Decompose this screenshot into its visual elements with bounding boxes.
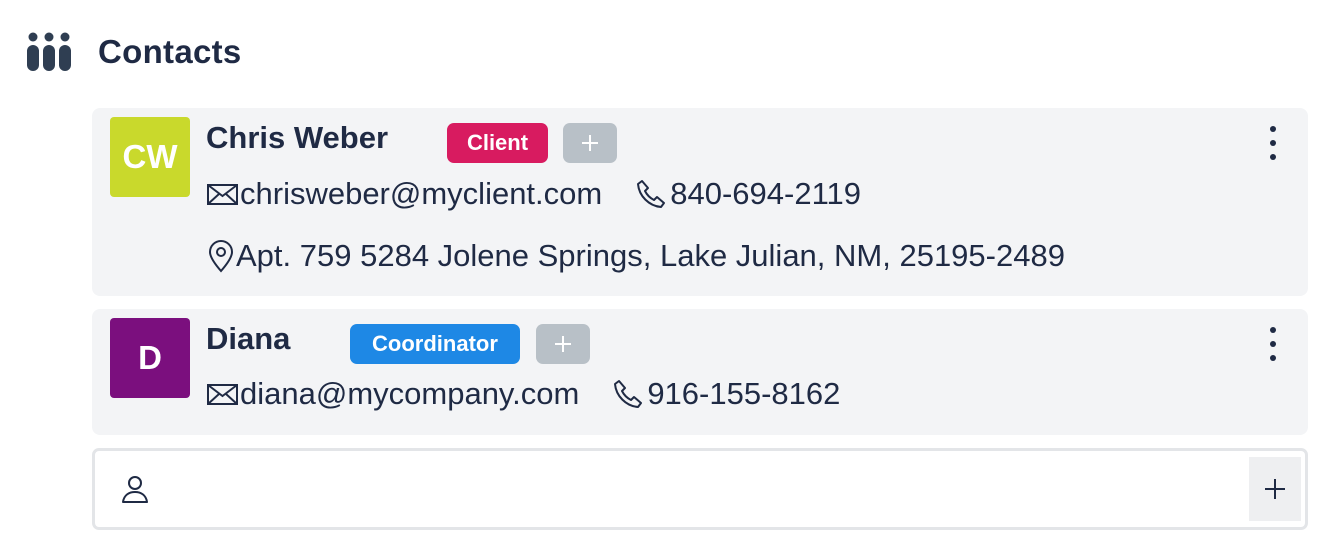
address-row: Apt. 759 5284 Jolene Springs, Lake Julia… [206, 238, 1065, 274]
add-contact-field[interactable] [92, 448, 1308, 530]
role-tag[interactable]: Coordinator [350, 324, 520, 364]
email-link[interactable]: chrisweber@myclient.com [240, 176, 602, 212]
plus-icon [1265, 479, 1285, 499]
contact-card[interactable]: CW Chris Weber Client chrisweber@myclien… [92, 108, 1308, 296]
avatar: D [110, 318, 190, 398]
location-pin-icon [208, 240, 234, 273]
user-icon [122, 476, 148, 503]
plus-icon [582, 135, 598, 151]
plus-icon [555, 336, 571, 352]
address-text[interactable]: Apt. 759 5284 Jolene Springs, Lake Julia… [236, 238, 1065, 274]
page-title: Contacts [98, 33, 242, 70]
add-tag-button[interactable] [563, 123, 617, 163]
phone-link[interactable]: 840-694-2119 [670, 176, 861, 212]
kebab-dot [1270, 327, 1276, 333]
contact-card[interactable]: D Diana Coordinator diana@mycompany.com … [92, 309, 1308, 435]
contact-info-row: diana@mycompany.com 916-155-8162 [206, 376, 840, 412]
mail-icon [207, 384, 238, 405]
avatar: CW [110, 117, 190, 197]
role-tag[interactable]: Client [447, 123, 548, 163]
section-header: Contacts [26, 28, 242, 76]
phone-icon [637, 180, 666, 208]
kebab-dot [1270, 355, 1276, 361]
kebab-dot [1270, 140, 1276, 146]
kebab-dot [1270, 341, 1276, 347]
kebab-dot [1270, 126, 1276, 132]
contact-name[interactable]: Diana [206, 321, 290, 357]
more-options-button[interactable] [1266, 126, 1280, 160]
phone-icon [614, 380, 643, 408]
add-contact-button[interactable] [1249, 457, 1301, 521]
people-group-icon [27, 32, 71, 71]
contact-name[interactable]: Chris Weber [206, 120, 388, 156]
kebab-dot [1270, 154, 1276, 160]
email-link[interactable]: diana@mycompany.com [240, 376, 579, 412]
add-tag-button[interactable] [536, 324, 590, 364]
contact-info-row: chrisweber@myclient.com 840-694-2119 [206, 176, 861, 212]
more-options-button[interactable] [1266, 327, 1280, 361]
mail-icon [207, 184, 238, 205]
phone-link[interactable]: 916-155-8162 [647, 376, 840, 412]
